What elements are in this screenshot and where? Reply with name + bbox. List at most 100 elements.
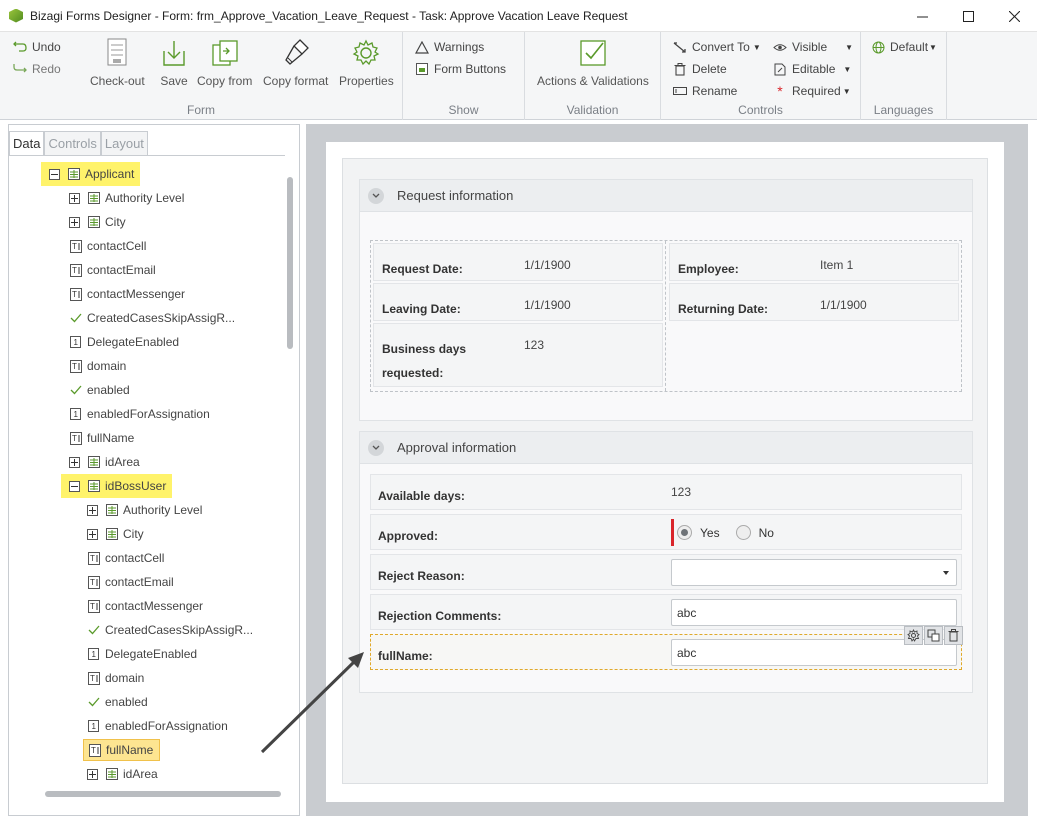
copy-format-button[interactable]: Copy format (263, 36, 328, 88)
tree-item[interactable]: Applicant (41, 162, 141, 186)
maximize-icon (962, 10, 974, 22)
tab-controls[interactable]: Controls (44, 131, 101, 155)
close-button[interactable] (991, 0, 1037, 32)
tree-item[interactable]: Tdomain (69, 356, 126, 376)
reject-reason-select[interactable] (671, 559, 957, 586)
maximize-button[interactable] (945, 0, 991, 32)
business-days-value: 123 (524, 338, 545, 352)
tree-item[interactable]: CreatedCasesSkipAssigR... (87, 620, 253, 640)
employee-cell[interactable]: Employee: Item 1 (669, 243, 959, 281)
collapse-icon[interactable] (49, 168, 60, 180)
approved-yes-radio[interactable] (677, 525, 692, 540)
save-button[interactable]: Save (158, 36, 190, 88)
approved-radio-group: Yes No (677, 525, 774, 540)
rejection-comments-row[interactable]: Rejection Comments: abc (370, 594, 962, 630)
group-header[interactable]: Approval information (360, 432, 972, 464)
check-icon (87, 696, 100, 709)
control-properties-button[interactable] (904, 626, 923, 645)
approved-no-radio[interactable] (735, 525, 751, 540)
vertical-scrollbar[interactable] (287, 177, 293, 349)
horizontal-scrollbar[interactable] (45, 791, 281, 797)
tree-item[interactable]: TfullName (69, 428, 134, 448)
collapse-icon[interactable] (69, 480, 80, 492)
tree-item[interactable]: enabled (87, 692, 148, 712)
request-information-group[interactable]: Request information Request Date: 1/1/19… (359, 179, 973, 421)
rename-button[interactable]: Rename (673, 84, 737, 98)
tree-item[interactable]: TfullName (83, 739, 161, 761)
chevron-up-icon[interactable] (368, 439, 384, 456)
tree-item[interactable]: Tdomain (87, 668, 144, 688)
tree-item[interactable]: 1 DelegateEnabled (69, 332, 179, 352)
bizagi-logo-icon (9, 8, 23, 23)
control-delete-button[interactable] (944, 626, 963, 645)
copy-from-button[interactable]: Copy from (197, 36, 252, 88)
fullname-row[interactable]: fullName: abc (370, 626, 963, 670)
language-dropdown[interactable]: Default ▼ (871, 40, 937, 54)
chevron-down-icon: ▼ (752, 42, 761, 52)
leaving-date-cell[interactable]: Leaving Date: 1/1/1900 (373, 283, 663, 321)
tab-layout[interactable]: Layout (100, 131, 148, 155)
available-days-row[interactable]: Available days: 123 (370, 474, 962, 510)
tree-item[interactable]: TcontactEmail (69, 260, 156, 280)
edit-icon (773, 62, 787, 76)
approved-row[interactable]: Approved: Yes No (370, 514, 962, 550)
expand-icon[interactable] (69, 192, 80, 204)
tree-item[interactable]: TcontactMessenger (69, 284, 185, 304)
ribbon-toolbar: Undo Redo Check-out Save Copy from Copy … (0, 32, 1037, 120)
business-days-cell[interactable]: Business days requested: 123 (373, 323, 663, 387)
tree-item[interactable]: TcontactCell (69, 236, 146, 256)
visible-dropdown[interactable]: Visible ▼ (773, 40, 853, 54)
expand-icon[interactable] (87, 528, 98, 540)
expand-icon[interactable] (69, 456, 80, 468)
rejection-comments-input[interactable]: abc (671, 599, 957, 626)
checkout-button[interactable]: Check-out (90, 36, 145, 88)
tree-item-label: City (105, 215, 126, 229)
tree-item[interactable]: idArea (87, 764, 158, 784)
expand-icon[interactable] (87, 768, 98, 780)
tree-item[interactable]: City (87, 524, 144, 544)
tree-item[interactable]: TcontactMessenger (87, 596, 203, 616)
properties-button[interactable]: Properties (339, 36, 394, 88)
validation-group-label: Validation (566, 103, 619, 117)
group-header[interactable]: Request information (360, 180, 972, 212)
editable-dropdown[interactable]: Editable ▼ (773, 62, 851, 76)
reject-reason-row[interactable]: Reject Reason: (370, 554, 962, 590)
minimize-button[interactable] (899, 0, 945, 32)
tree-item[interactable]: 1 enabledForAssignation (69, 404, 210, 424)
tree-item[interactable]: 1 DelegateEnabled (87, 644, 197, 664)
text-attr-icon: T (88, 743, 101, 757)
tree-item-label: DelegateEnabled (105, 647, 198, 661)
tree-item[interactable]: idArea (69, 452, 140, 472)
tree-item-label: contactEmail (105, 575, 174, 589)
tree-item[interactable]: Authority Level (87, 500, 202, 520)
convert-to-button[interactable]: Convert To ▼ (673, 40, 761, 54)
tree-item[interactable]: TcontactEmail (87, 572, 174, 592)
undo-button[interactable]: Undo (13, 40, 61, 54)
required-dropdown[interactable]: * Required ▼ (773, 83, 850, 99)
tree-item[interactable]: Authority Level (69, 188, 184, 208)
tree-item[interactable]: idBossUser (61, 474, 173, 498)
chevron-up-icon[interactable] (368, 187, 384, 204)
tree-item[interactable]: 1 enabledForAssignation (87, 716, 228, 736)
request-date-cell[interactable]: Request Date: 1/1/1900 (373, 243, 663, 281)
delete-button[interactable]: Delete (673, 62, 727, 76)
svg-text:T: T (90, 602, 95, 611)
tree-item[interactable]: TcontactCell (87, 548, 164, 568)
expand-icon[interactable] (87, 504, 98, 516)
tree-item[interactable]: City (69, 212, 126, 232)
redo-button[interactable]: Redo (13, 62, 61, 76)
form-buttons-toggle[interactable]: Form Buttons (415, 62, 506, 76)
control-convert-button[interactable] (924, 626, 943, 645)
tree-item[interactable]: CreatedCasesSkipAssigR... (69, 308, 235, 328)
actions-validations-button[interactable]: Actions & Validations (537, 36, 649, 88)
expand-icon[interactable] (69, 216, 80, 228)
approval-information-group[interactable]: Approval information Available days: 123… (359, 431, 973, 693)
tree-item[interactable]: enabled (69, 380, 130, 400)
form-buttons-icon (415, 62, 429, 76)
warnings-toggle[interactable]: Warnings (415, 40, 484, 54)
returning-date-label: Returning Date: (678, 302, 768, 316)
svg-text:T: T (90, 554, 95, 563)
copy-from-label: Copy from (197, 74, 253, 88)
tab-data[interactable]: Data (9, 131, 45, 155)
returning-date-cell[interactable]: Returning Date: 1/1/1900 (669, 283, 959, 321)
